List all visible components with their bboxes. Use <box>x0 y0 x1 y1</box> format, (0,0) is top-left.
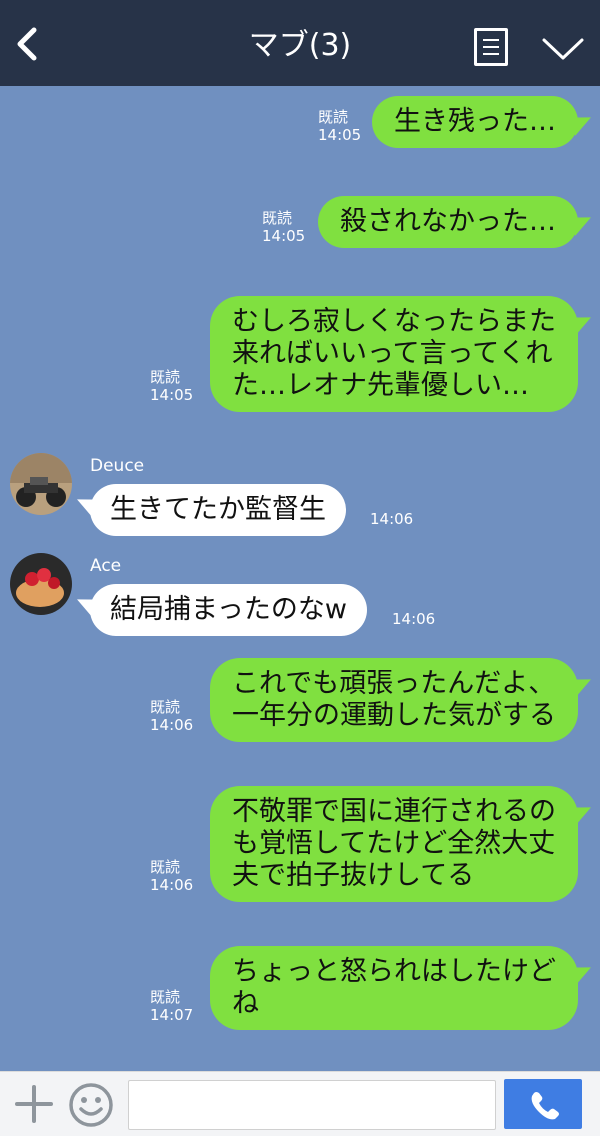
plus-icon[interactable] <box>15 1085 53 1123</box>
message-time: 14:05 <box>262 227 306 245</box>
sent-message-bubble[interactable]: 生き残った… <box>372 96 578 148</box>
message-line: も覚悟してたけど全然大丈 <box>232 828 556 859</box>
read-status: 既読 <box>262 209 293 227</box>
message-line: ね <box>232 988 259 1019</box>
avatar-deuce[interactable] <box>10 453 72 515</box>
motorcycle-avatar-image <box>10 453 72 515</box>
message-time: 14:06 <box>150 716 194 734</box>
message-text: 殺されなかった… <box>340 206 556 237</box>
message-line: 不敬罪で国に連行されるの <box>232 796 556 827</box>
message-meta: 既読 14:06 <box>150 698 193 734</box>
read-status: 既読 <box>150 858 181 876</box>
read-status: 既読 <box>150 698 181 716</box>
message-time: 14:05 <box>150 386 194 404</box>
received-message-bubble[interactable]: 結局捕まったのなw <box>90 584 368 636</box>
message-time: 14:06 <box>370 510 414 528</box>
notes-icon[interactable] <box>474 28 508 66</box>
message-meta: 既読 14:05 <box>150 368 193 404</box>
chat-header: マブ(3) <box>0 0 600 86</box>
message-meta: 既読 14:05 <box>318 108 361 144</box>
message-line: むしろ寂しくなったらまた <box>232 306 556 337</box>
sent-message-bubble[interactable]: これでも頑張ったんだよ、 一年分の運動した気がする <box>210 658 578 742</box>
read-status: 既読 <box>150 988 181 1006</box>
message-time: 14:05 <box>318 126 362 144</box>
received-message-bubble[interactable]: 生きてたか監督生 <box>90 484 346 536</box>
message-line: これでも頑張ったんだよ、 <box>232 668 556 699</box>
chat-area[interactable]: 既読 14:05 生き残った… 既読 14:05 殺されなかった… 既読 14:… <box>0 86 600 1071</box>
sent-message-bubble[interactable]: ちょっと怒られはしたけど ね <box>210 946 578 1030</box>
dessert-avatar-image <box>10 553 72 615</box>
message-meta: 既読 14:06 <box>150 858 193 894</box>
phone-icon <box>531 1092 559 1120</box>
message-time: 14:06 <box>392 610 436 628</box>
message-meta: 既読 14:05 <box>262 209 305 245</box>
sent-message-bubble[interactable]: 殺されなかった… <box>318 196 578 248</box>
message-line: 夫で拍子抜けしてる <box>232 860 475 891</box>
message-text: 生き残った… <box>394 106 556 137</box>
read-status: 既読 <box>150 368 181 386</box>
message-line: た…レオナ先輩優しい… <box>232 370 529 401</box>
message-meta: 既読 14:07 <box>150 988 193 1024</box>
sent-message-bubble[interactable]: 不敬罪で国に連行されるの も覚悟してたけど全然大丈 夫で拍子抜けしてる <box>210 786 578 902</box>
message-time: 14:06 <box>150 876 194 894</box>
smiley-icon[interactable] <box>68 1082 114 1128</box>
chat-title: マブ(3) <box>248 28 352 63</box>
message-line: ちょっと怒られはしたけど <box>232 956 556 987</box>
sent-message-bubble[interactable]: むしろ寂しくなったらまた 来ればいいって言ってくれ た…レオナ先輩優しい… <box>210 296 578 412</box>
read-status: 既読 <box>318 108 349 126</box>
input-bar <box>0 1071 600 1136</box>
message-input[interactable] <box>128 1080 496 1130</box>
sender-name: Ace <box>90 556 122 576</box>
sender-name: Deuce <box>90 456 145 476</box>
message-text: 生きてたか監督生 <box>110 494 326 525</box>
message-line: 一年分の運動した気がする <box>232 700 556 731</box>
avatar-ace[interactable] <box>10 553 72 615</box>
message-time: 14:07 <box>150 1006 194 1024</box>
call-button[interactable] <box>504 1079 582 1129</box>
chevron-down-icon[interactable] <box>540 30 586 64</box>
message-text: 結局捕まったのなw <box>110 594 348 625</box>
message-line: 来ればいいって言ってくれ <box>232 338 553 369</box>
